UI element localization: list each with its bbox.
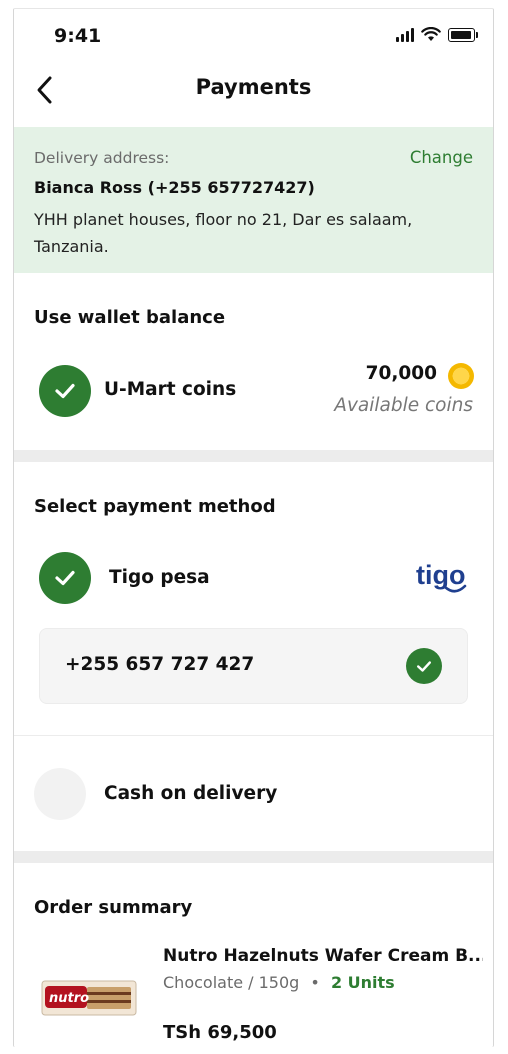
battery-icon bbox=[448, 27, 478, 42]
meta-separator: • bbox=[310, 973, 320, 992]
recipient-name-phone: Bianca Ross (+255 657727427) bbox=[34, 178, 315, 197]
status-icons bbox=[396, 27, 478, 42]
product-name: Nutro Hazelnuts Wafer Cream B... bbox=[163, 946, 483, 966]
page-title: Payments bbox=[195, 75, 312, 99]
product-thumbnail: nutro bbox=[41, 980, 137, 1016]
order-summary-title: Order summary bbox=[34, 897, 193, 918]
address-text: YHH planet houses, floor no 21, Dar es s… bbox=[34, 210, 413, 256]
cash-on-delivery-radio[interactable] bbox=[34, 768, 86, 820]
delivery-address-label: Delivery address: bbox=[34, 149, 170, 167]
section-divider bbox=[14, 450, 493, 462]
check-icon bbox=[416, 660, 432, 672]
payment-method-section-title: Select payment method bbox=[34, 496, 276, 517]
cellular-signal-icon bbox=[396, 27, 414, 42]
tigo-phone-number-option[interactable]: +255 657 727 427 bbox=[39, 628, 468, 704]
section-divider bbox=[14, 851, 493, 863]
cash-on-delivery-label: Cash on delivery bbox=[104, 783, 278, 804]
wallet-section-title: Use wallet balance bbox=[34, 307, 226, 328]
phone-selected-indicator bbox=[406, 648, 442, 684]
status-time: 9:41 bbox=[54, 25, 102, 47]
wifi-icon bbox=[421, 27, 441, 41]
available-coins-caption: Available coins bbox=[334, 395, 473, 416]
change-address-link[interactable]: Change bbox=[410, 148, 473, 167]
product-units: 2 Units bbox=[330, 973, 395, 992]
product-category: Chocolate / 150g bbox=[163, 973, 300, 992]
tigo-pesa-radio[interactable] bbox=[39, 552, 91, 604]
tigo-pesa-label: Tigo pesa bbox=[109, 567, 210, 588]
umart-coins-label: U-Mart coins bbox=[104, 379, 237, 400]
umart-coins-toggle[interactable] bbox=[39, 365, 91, 417]
tigo-logo-text: tigo bbox=[416, 560, 465, 590]
payments-screen: 9:41 Payments Delivery address: Change B… bbox=[13, 8, 494, 1047]
check-icon bbox=[55, 570, 75, 586]
option-divider bbox=[14, 735, 493, 736]
delivery-address-panel: Delivery address: Change Bianca Ross (+2… bbox=[14, 127, 493, 273]
check-icon bbox=[55, 383, 75, 399]
coin-icon bbox=[448, 363, 474, 389]
thumb-brand: nutro bbox=[49, 991, 89, 1006]
coins-amount: 70,000 bbox=[365, 363, 437, 384]
tigo-logo: tigo bbox=[416, 560, 467, 593]
tigo-phone-number: +255 657 727 427 bbox=[65, 654, 255, 675]
product-meta: Chocolate / 150g • 2 Units bbox=[163, 973, 395, 992]
product-price: TSh 69,500 bbox=[163, 1022, 277, 1043]
